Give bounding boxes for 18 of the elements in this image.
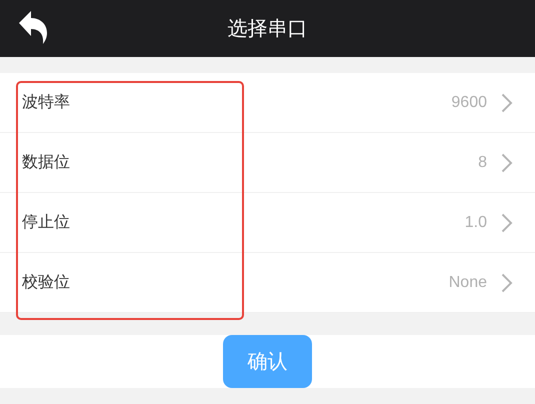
setting-label: 停止位 (22, 212, 71, 233)
chevron-icon (501, 152, 513, 172)
setting-row[interactable]: 波特率 9600 (0, 73, 535, 133)
back-icon[interactable] (18, 10, 48, 44)
setting-label: 数据位 (22, 152, 71, 173)
screen-title: 选择串口 (228, 15, 308, 42)
setting-value: 8 (478, 154, 487, 172)
setting-row[interactable]: 数据位 8 (0, 133, 535, 193)
setting-label: 波特率 (22, 92, 71, 113)
chevron-icon (501, 212, 513, 232)
setting-label: 校验位 (22, 272, 71, 293)
setting-value: None (448, 274, 487, 292)
setting-value: 9600 (451, 94, 487, 112)
setting-row[interactable]: 校验位 None (0, 253, 535, 313)
chevron-icon (501, 92, 513, 112)
setting-value: 1.0 (464, 214, 487, 232)
chevron-icon (501, 272, 513, 292)
setting-row[interactable]: 停止位 1.0 (0, 193, 535, 253)
